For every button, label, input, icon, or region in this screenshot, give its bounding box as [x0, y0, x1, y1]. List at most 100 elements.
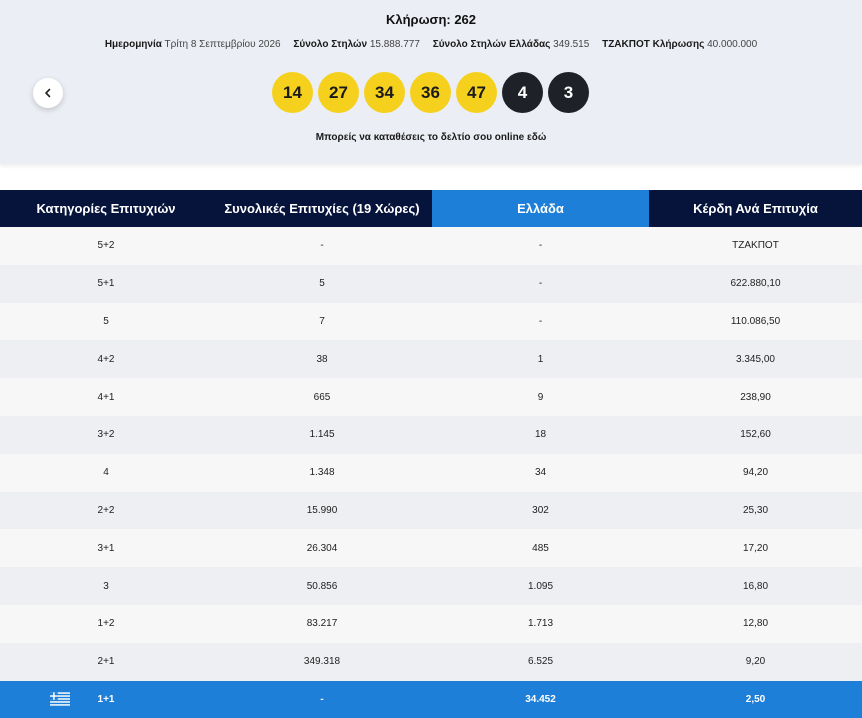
table-header-row: Κατηγορίες Επιτυχιών Συνολικές Επιτυχίες… [0, 190, 862, 227]
total-winners-cell: 15.990 [212, 491, 432, 530]
greece-winners-cell: 1.095 [432, 567, 649, 605]
total-winners-cell: 26.304 [212, 529, 432, 568]
prize-cell: 94,20 [649, 453, 862, 492]
info-value: 40.000.000 [707, 39, 758, 50]
greek-category-row: 1+1 -34.452 2,50 [0, 680, 862, 718]
prize-cell: 2,50 [649, 680, 862, 718]
greece-winners-cell: 34.452 [432, 680, 649, 718]
category-cell: 3 [0, 567, 212, 605]
info-value: 349.515 [553, 39, 590, 50]
total-winners-cell: 1.348 [212, 453, 432, 492]
info-greece-columns: Σύνολο Στηλών Ελλάδας 349.515 [433, 39, 592, 50]
table-row: 4 1.348 34 94,20 [0, 453, 862, 492]
euro-number-ball: 4 [502, 72, 543, 113]
table-row: 3+1 26.304 485 17,20 [0, 529, 862, 568]
prize-cell: 25,30 [649, 491, 862, 530]
info-label: Σύνολο Στηλών [293, 39, 368, 50]
info-label: Ημερομηνία [104, 39, 162, 50]
greece-winners-cell: - [432, 264, 649, 303]
greece-winners-cell: - [432, 227, 649, 265]
table-row: 5+2- - ΤΖΑΚΠΟΤ [0, 227, 862, 265]
greece-winners-cell: 1.713 [432, 604, 649, 643]
category-cell: 1+2 [0, 604, 212, 643]
number-ball: 34 [364, 72, 405, 113]
prize-cell: 152,60 [649, 415, 862, 454]
draw-header: Κλήρωση: 262 Ημερομηνία Τρίτη 8 Σεπτεμβρ… [0, 0, 862, 164]
prize-cell: 17,20 [649, 529, 862, 568]
chevron-left-icon [45, 88, 51, 98]
table-row: 3 50.856 1.095 16,80 [0, 567, 862, 605]
greece-winners-cell: 18 [432, 415, 649, 454]
prize-cell: 12,80 [649, 604, 862, 643]
table-row: 5 7-110.086,50 [0, 302, 862, 341]
table-row: 4+2 38 1 3.345,00 [0, 340, 862, 379]
number-ball: 36 [410, 72, 451, 113]
prize-cell: ΤΖΑΚΠΟΤ [649, 227, 862, 265]
prize-cell: 9,20 [649, 642, 862, 681]
table-row: 5+1 5-622.880,10 [0, 264, 862, 303]
greece-winners-cell: 302 [432, 491, 649, 530]
greece-winners-cell: 1 [432, 340, 649, 379]
greek-flag-icon [50, 692, 70, 707]
prize-cell: 238,90 [649, 378, 862, 416]
number-ball: 14 [272, 72, 313, 113]
column-header-greece: Ελλάδα [432, 190, 649, 227]
total-winners-cell: 7 [212, 302, 432, 341]
draw-info-row: Ημερομηνία Τρίτη 8 Σεπτεμβρίου 2026 Σύνο… [0, 39, 862, 50]
column-header-total-winners: Συνολικές Επιτυχίες (19 Χώρες) [212, 190, 432, 227]
greece-winners-cell: 485 [432, 529, 649, 568]
info-value: Τρίτη 8 Σεπτεμβρίου 2026 [164, 39, 281, 50]
info-value: 15.888.777 [369, 39, 420, 50]
prize-cell: 16,80 [649, 567, 862, 605]
category-cell: 2+2 [0, 491, 212, 530]
number-ball: 27 [318, 72, 359, 113]
category-cell: 5+1 [0, 264, 212, 303]
table-row: 2+1 349.318 6.525 9,20 [0, 642, 862, 681]
number-ball: 47 [456, 72, 497, 113]
prize-cell: 110.086,50 [649, 302, 862, 341]
greece-winners-cell: 9 [432, 378, 649, 416]
category-cell: 5 [0, 302, 212, 341]
category-cell: 3+2 [0, 415, 212, 454]
table-row: 2+2 15.990 302 25,30 [0, 491, 862, 530]
euro-number-ball: 3 [548, 72, 589, 113]
category-cell: 4+2 [0, 340, 212, 379]
winning-numbers: 14 27 34 36 47 4 3 [272, 72, 589, 113]
column-header-prize: Κέρδη Ανά Επιτυχία [649, 190, 862, 227]
info-label: ΤΖΑΚΠΟΤ Κλήρωσης [602, 39, 705, 50]
info-label: Σύνολο Στηλών Ελλάδας [432, 39, 551, 50]
previous-draw-button[interactable] [33, 78, 63, 108]
info-jackpot: ΤΖΑΚΠΟΤ Κλήρωσης 40.000.000 [602, 39, 757, 50]
category-label: 1+1 [97, 693, 115, 705]
draw-title: Κλήρωση: 262 [385, 12, 477, 27]
greece-winners-cell: - [432, 302, 649, 341]
info-total-columns: Σύνολο Στηλών 15.888.777 [293, 39, 422, 50]
total-winners-cell: 1.145 [212, 415, 432, 454]
total-winners-cell: 665 [212, 378, 432, 416]
category-cell: 5+2 [0, 227, 212, 265]
table-row: 3+2 1.145 18 152,60 [0, 415, 862, 454]
info-date: Ημερομηνία Τρίτη 8 Σεπτεμβρίου 2026 [105, 39, 284, 50]
total-winners-cell: 38 [212, 340, 432, 379]
prize-cell: 3.345,00 [649, 340, 862, 379]
total-winners-cell: - [212, 227, 432, 265]
results-table: Κατηγορίες Επιτυχιών Συνολικές Επιτυχίες… [0, 190, 862, 718]
table-row: 1+2 83.217 1.713 12,80 [0, 604, 862, 643]
total-winners-cell: - [212, 680, 432, 718]
greece-winners-cell: 34 [432, 453, 649, 492]
table-row: 4+1 665 9 238,90 [0, 378, 862, 416]
category-cell: 2+1 [0, 642, 212, 681]
total-winners-cell: 5 [212, 264, 432, 303]
total-winners-cell: 50.856 [212, 567, 432, 605]
category-cell: 4+1 [0, 378, 212, 416]
total-winners-cell: 349.318 [212, 642, 432, 681]
category-cell: 4 [0, 453, 212, 492]
column-header-category: Κατηγορίες Επιτυχιών [0, 190, 212, 227]
online-ticket-link[interactable]: Μπορείς να καταθέσεις το δελτίο σου onli… [0, 132, 862, 143]
category-wrap: 1+1 [0, 692, 212, 707]
greece-winners-cell: 6.525 [432, 642, 649, 681]
total-winners-cell: 83.217 [212, 604, 432, 643]
category-cell: 1+1 [0, 680, 212, 718]
category-cell: 3+1 [0, 529, 212, 568]
prize-cell: 622.880,10 [649, 264, 862, 303]
